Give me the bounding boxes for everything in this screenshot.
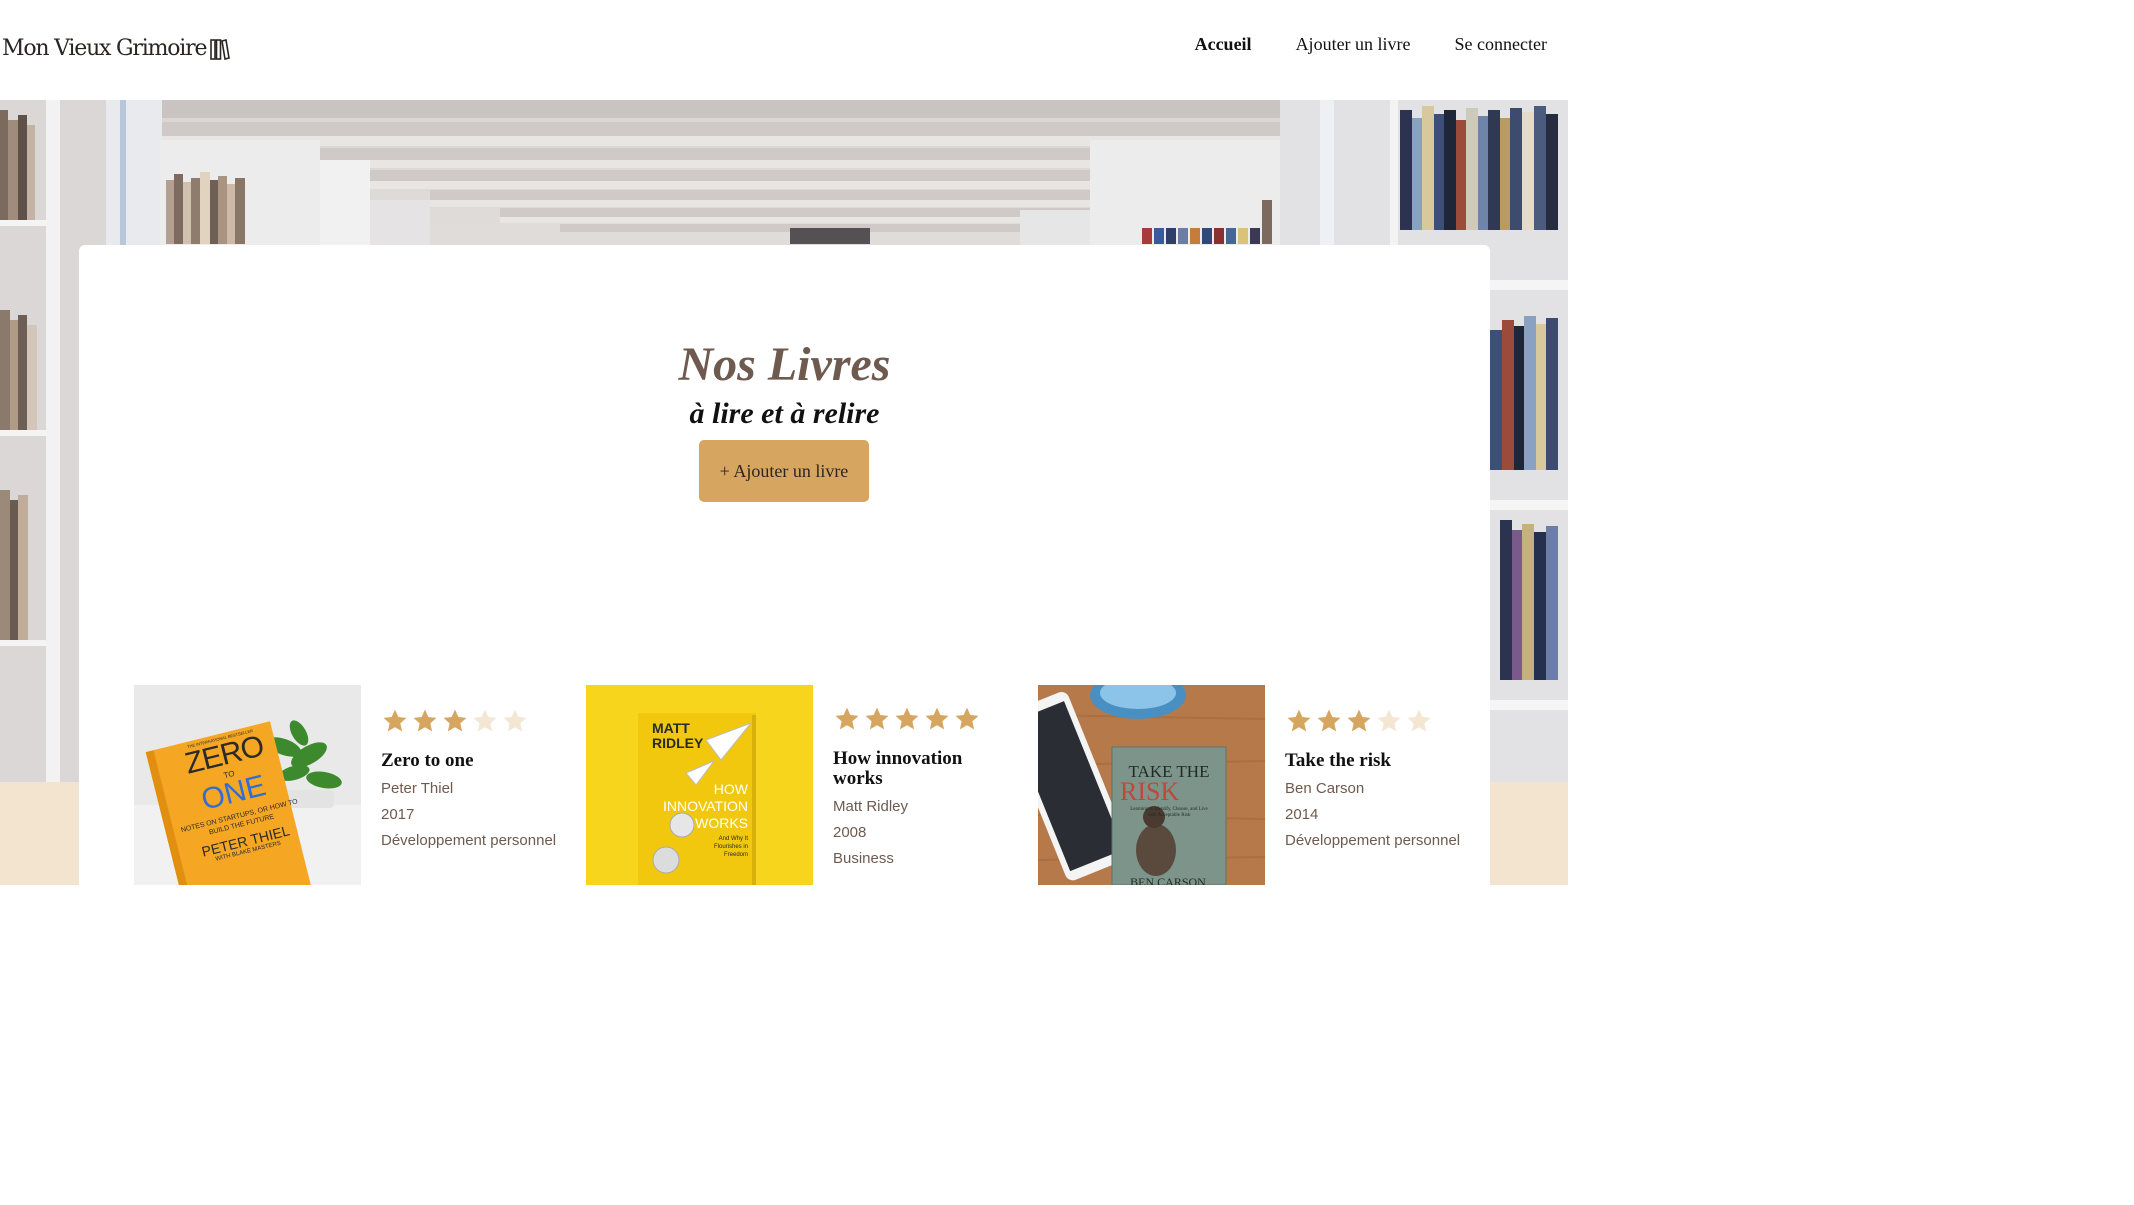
book-cover-image: THE INTERNATIONAL BESTSELLER ZERO TO ONE… xyxy=(134,685,361,885)
star-filled-icon xyxy=(413,709,437,732)
cover-text: TAKE THE RISK Learning to Identify, Choo… xyxy=(1120,762,1210,818)
book-cover-image: TAKE THE RISK Learning to Identify, Choo… xyxy=(1038,685,1265,885)
add-book-button[interactable]: + Ajouter un livre xyxy=(699,440,869,502)
star-filled-icon xyxy=(895,707,919,730)
star-empty-icon xyxy=(473,709,497,732)
book-info: Take the risk Ben Carson 2014 Développem… xyxy=(1285,707,1485,849)
book-year: 2017 xyxy=(381,806,415,823)
site-header: Mon Vieux Grimoire Accueil Ajouter un li… xyxy=(0,0,1568,100)
star-filled-icon xyxy=(1287,709,1311,732)
books-logo-icon xyxy=(210,38,231,60)
page-title: Nos Livres xyxy=(678,338,891,391)
rating-stars xyxy=(1285,707,1485,739)
book-genre: Développement personnel xyxy=(381,832,557,849)
star-empty-icon xyxy=(503,709,527,732)
book-title[interactable]: How innovation works xyxy=(833,749,983,789)
book-author: Ben Carson xyxy=(1285,780,1365,797)
book-genre: Business xyxy=(833,850,894,867)
star-filled-icon xyxy=(1347,709,1371,732)
book-genre: Développement personnel xyxy=(1285,832,1461,849)
book-author: Peter Thiel xyxy=(381,780,454,797)
star-filled-icon xyxy=(865,707,889,730)
rating-stars xyxy=(381,707,581,739)
book-info: How innovation works Matt Ridley 2008 Bu… xyxy=(833,705,1033,867)
book-cover-image: MATT RIDLEY HOW INNOVATION WORKS And Why… xyxy=(586,685,813,885)
book-author: Matt Ridley xyxy=(833,798,909,815)
cover-text: MATT RIDLEY xyxy=(652,720,704,751)
star-filled-icon xyxy=(925,707,949,730)
cover-title: HOW INNOVATION WORKS And Why It Flourish… xyxy=(662,781,748,858)
star-empty-icon xyxy=(1407,709,1431,732)
star-filled-icon xyxy=(1317,709,1341,732)
book-card[interactable]: TAKE THE RISK Learning to Identify, Choo… xyxy=(1038,685,1490,885)
logo-text: Mon Vieux Grimoire xyxy=(2,36,207,61)
book-year: 2014 xyxy=(1285,806,1319,823)
star-filled-icon xyxy=(955,707,979,730)
nav-ajouter-livre[interactable]: Ajouter un livre xyxy=(1296,34,1411,55)
nav-se-connecter[interactable]: Se connecter xyxy=(1455,34,1547,55)
star-empty-icon xyxy=(1377,709,1401,732)
page-subtitle: à lire et à relire xyxy=(689,397,880,430)
book-year: 2008 xyxy=(833,824,867,841)
book-title[interactable]: Zero to one xyxy=(381,751,581,771)
logo[interactable]: Mon Vieux Grimoire xyxy=(2,36,231,61)
nav-accueil[interactable]: Accueil xyxy=(1195,34,1252,55)
rating-stars xyxy=(833,705,1033,737)
star-filled-icon xyxy=(443,709,467,732)
star-filled-icon xyxy=(835,707,859,730)
book-card[interactable]: MATT RIDLEY HOW INNOVATION WORKS And Why… xyxy=(586,685,1038,885)
cover-author: BEN CARSON xyxy=(1130,875,1206,885)
book-title[interactable]: Take the risk xyxy=(1285,751,1485,771)
book-card[interactable]: THE INTERNATIONAL BESTSELLER ZERO TO ONE… xyxy=(134,685,594,885)
star-filled-icon xyxy=(383,709,407,732)
main-nav: Accueil Ajouter un livre Se connecter xyxy=(1195,34,1547,55)
book-info: Zero to one Peter Thiel 2017 Développeme… xyxy=(381,707,581,849)
